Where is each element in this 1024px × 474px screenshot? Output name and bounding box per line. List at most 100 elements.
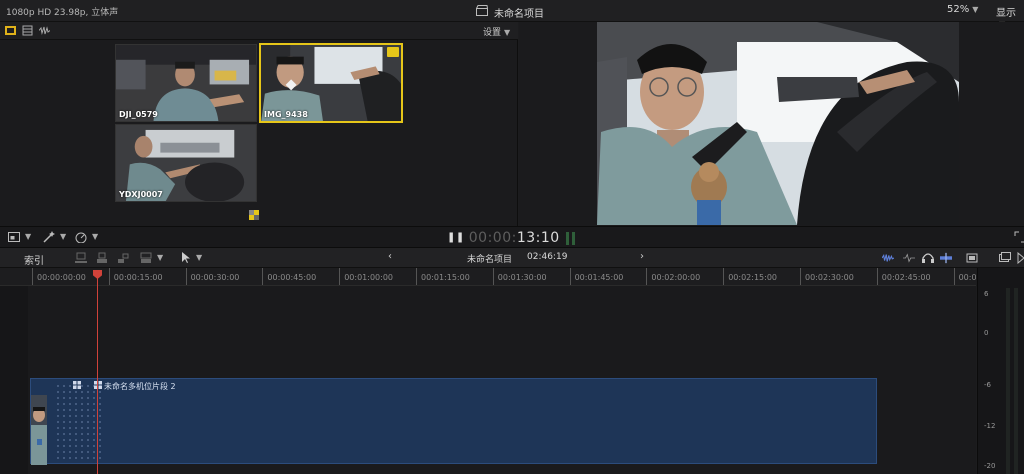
ruler-tick: 00:02:15:00 xyxy=(723,268,777,285)
zoom-menu[interactable]: 52% ▼ xyxy=(947,4,978,15)
meter-scale-label: -12 xyxy=(984,422,996,430)
ruler-tick-label: 00:02:15:00 xyxy=(728,273,777,282)
fullscreen-icon[interactable] xyxy=(1014,231,1024,243)
ruler-tick-label: 00:00:00:00 xyxy=(37,273,86,282)
angle-bank-icon[interactable] xyxy=(249,210,259,220)
angle-ydxj0007[interactable]: YDXJ0007 xyxy=(115,124,257,202)
ruler-tick: 00:00:45:00 xyxy=(262,268,316,285)
multicam-grid-icon xyxy=(73,381,81,389)
display-label: 显示 xyxy=(996,8,1016,19)
clapperboard-icon xyxy=(476,5,488,16)
audio-meter-right xyxy=(572,232,575,245)
ruler-tick-label: 00:01:00:00 xyxy=(344,273,393,282)
ruler-tick: 00:00:30:00 xyxy=(185,268,239,285)
skimming-icon[interactable] xyxy=(903,252,915,264)
meter-scale-label: -6 xyxy=(984,381,991,389)
ruler-tick-label: 00:02:30:00 xyxy=(805,273,854,282)
snapping-icon[interactable] xyxy=(940,252,952,264)
meter-channel-right xyxy=(1014,288,1018,474)
chevron-down-icon[interactable]: ▼ xyxy=(60,232,66,241)
audio-waveform-icon[interactable] xyxy=(39,25,50,36)
audio-skimming-icon[interactable] xyxy=(882,252,894,264)
ruler-tick-label: 00:01:15:00 xyxy=(421,273,470,282)
chevron-down-icon[interactable]: ▼ xyxy=(196,253,202,262)
chevron-down-icon[interactable]: ▼ xyxy=(157,253,163,262)
project-title: 未命名项目 xyxy=(494,9,544,20)
pause-icon[interactable]: ❚❚ xyxy=(447,232,465,243)
ruler-tick-label: 00:01:45:00 xyxy=(574,273,624,282)
index-button[interactable]: 索引 xyxy=(24,252,44,267)
chevron-down-icon[interactable]: ▼ xyxy=(25,232,31,241)
timeline-ruler[interactable]: 00:00:00:00 00:00:15:00 00:00:30:00 00:00:4… xyxy=(0,268,976,286)
chevron-down-icon: ▼ xyxy=(972,5,979,14)
ruler-tick: 00:00:15:00 xyxy=(108,268,163,285)
ruler-tick: 00:03 xyxy=(953,268,976,285)
angle-img-9438[interactable]: IMG_9438 xyxy=(259,43,403,123)
settings-label: 设置 xyxy=(483,28,502,38)
retime-speed-icon[interactable] xyxy=(75,231,87,243)
ruler-tick: 00:01:30:00 xyxy=(492,268,547,285)
multicam-grid-icon xyxy=(94,381,102,389)
angle-dji-0579[interactable]: DJI_0579 xyxy=(115,44,257,122)
clip-name: 未命名多机位片段 2 xyxy=(104,382,176,391)
meter-scale-label: 6 xyxy=(984,290,989,298)
video-only-icon[interactable] xyxy=(22,25,33,36)
ruler-tick-label: 00:00:45:00 xyxy=(267,273,317,282)
select-tool-arrow-icon[interactable] xyxy=(180,252,192,264)
transport-bar: ▼ ▼ ▼ ❚❚ 00:00:13:10 xyxy=(0,226,1024,248)
connect-clip-icon[interactable] xyxy=(75,252,87,264)
viewer-frame[interactable] xyxy=(597,22,959,225)
timeline-header: 索引 ▼ ▼ ‹ 未命名项目 02:46:19 › xyxy=(0,248,1024,268)
play-icon[interactable] xyxy=(1017,252,1024,264)
ruler-tick: 00:01:45:00 xyxy=(569,268,623,285)
viewer-layout-icon[interactable] xyxy=(8,231,20,243)
audio-meter-left xyxy=(566,232,569,245)
playhead[interactable] xyxy=(97,270,98,474)
settings-menu[interactable]: 设置 ▼ xyxy=(483,25,510,38)
audio-meters-panel: 6 0 -6 -12 -20 xyxy=(977,268,1024,474)
clip-angle-markers xyxy=(55,383,103,463)
timecode-current: 13:10 xyxy=(516,230,560,246)
meter-channel-left xyxy=(1006,288,1010,474)
history-forward-icon[interactable]: › xyxy=(640,251,644,262)
ruler-tick: 00:01:00:00 xyxy=(339,268,393,285)
video-audio-switch-icon[interactable] xyxy=(5,25,16,36)
history-back-icon[interactable]: ‹ xyxy=(388,251,392,262)
clip-thumbnail xyxy=(31,395,47,465)
effects-browser-icon[interactable] xyxy=(999,252,1011,264)
meter-scale-label: 0 xyxy=(984,329,989,337)
timeline-duration: 02:46:19 xyxy=(527,252,568,262)
append-clip-icon[interactable] xyxy=(117,252,129,264)
ruler-tick-label: 00:00:30:00 xyxy=(190,273,240,282)
ruler-tick: 00:00:00:00 xyxy=(32,268,86,285)
insert-clip-icon[interactable] xyxy=(96,252,108,264)
ruler-tick-label: 00:02:00:00 xyxy=(651,273,701,282)
top-bar: 1080p HD 23.98p, 立体声 未命名项目 52%▼ 显示 ▼ xyxy=(0,0,1024,29)
ruler-tick: 00:01:15:00 xyxy=(416,268,470,285)
meter-scale-label: -20 xyxy=(984,462,996,470)
enhancements-wand-icon[interactable] xyxy=(43,231,55,243)
angle-viewer-toolbar: 设置 ▼ xyxy=(0,22,518,40)
timecode-display[interactable]: ❚❚ 00:00:13:10 xyxy=(447,230,560,246)
ruler-tick-label: 00:01:30:00 xyxy=(497,273,547,282)
project-format: 1080p HD 23.98p, 立体声 xyxy=(6,8,119,18)
zoom-value: 52% xyxy=(947,4,970,15)
ruler-tick-label: 00:03 xyxy=(958,273,976,282)
angle-label: YDXJ0007 xyxy=(119,190,163,199)
timecode-leading: 00:00: xyxy=(468,230,517,246)
ruler-tick-label: 00:00:15:00 xyxy=(113,273,163,282)
chevron-down-icon: ▼ xyxy=(504,28,511,37)
timeline-project-name: 未命名项目 xyxy=(467,255,513,265)
active-angle-badge-icon xyxy=(387,47,399,57)
ruler-tick: 00:02:30:00 xyxy=(800,268,854,285)
ruler-tick: 00:02:45:00 xyxy=(876,268,931,285)
chevron-down-icon[interactable]: ▼ xyxy=(92,232,98,241)
ruler-tick-label: 00:02:45:00 xyxy=(881,273,931,282)
angle-label: DJI_0579 xyxy=(119,110,158,119)
viewer-image xyxy=(597,22,959,225)
multicam-clip[interactable]: 未命名多机位片段 2 xyxy=(30,378,877,465)
clip-appearance-icon[interactable] xyxy=(966,252,978,264)
headphones-solo-icon[interactable] xyxy=(922,252,934,264)
angle-label: IMG_9438 xyxy=(264,110,308,119)
overwrite-clip-icon[interactable] xyxy=(140,252,152,264)
